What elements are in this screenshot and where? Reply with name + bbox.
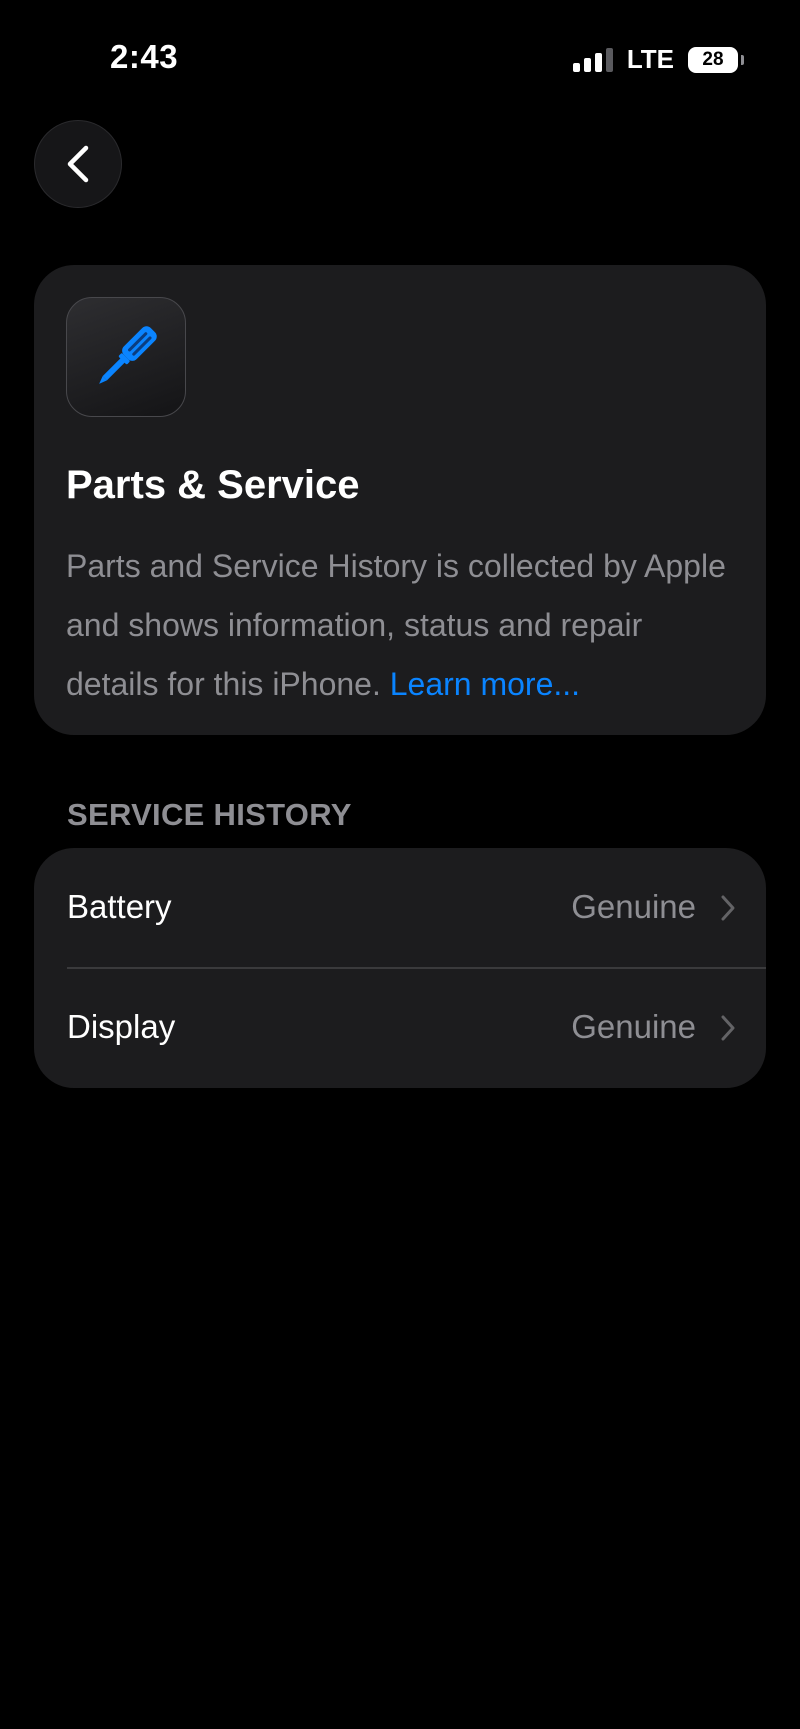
list-item-label: Battery	[67, 888, 172, 925]
parts-service-app-icon	[66, 297, 186, 417]
list-item-status: Genuine	[571, 1008, 696, 1045]
chevron-right-icon	[721, 1015, 735, 1041]
network-type: LTE	[626, 44, 674, 74]
service-history-list: Battery Genuine Display Genuine	[34, 848, 766, 1088]
status-indicators: LTE 28	[572, 44, 744, 75]
list-item-battery[interactable]: Battery Genuine	[34, 848, 766, 969]
parts-service-card: Parts & Service Parts and Service Histor…	[34, 265, 766, 735]
list-item-display[interactable]: Display Genuine	[34, 968, 766, 1088]
cellular-signal-icon	[572, 47, 613, 72]
list-item-label: Display	[67, 1008, 176, 1045]
card-description: Parts and Service History is collected b…	[66, 537, 736, 714]
chevron-right-icon	[721, 895, 735, 921]
back-button[interactable]	[34, 120, 122, 208]
screwdriver-icon	[99, 326, 157, 384]
status-time: 2:43	[110, 38, 179, 75]
service-history-header: SERVICE HISTORY	[67, 797, 352, 832]
page-title: Parts & Service	[66, 463, 360, 507]
chevron-left-icon	[67, 145, 89, 183]
battery-level: 28	[702, 48, 724, 70]
learn-more-link[interactable]: Learn more...	[390, 666, 580, 702]
battery-icon: 28	[688, 46, 744, 73]
list-item-status: Genuine	[571, 888, 696, 925]
status-bar: 2:43 LTE 28	[0, 0, 800, 110]
